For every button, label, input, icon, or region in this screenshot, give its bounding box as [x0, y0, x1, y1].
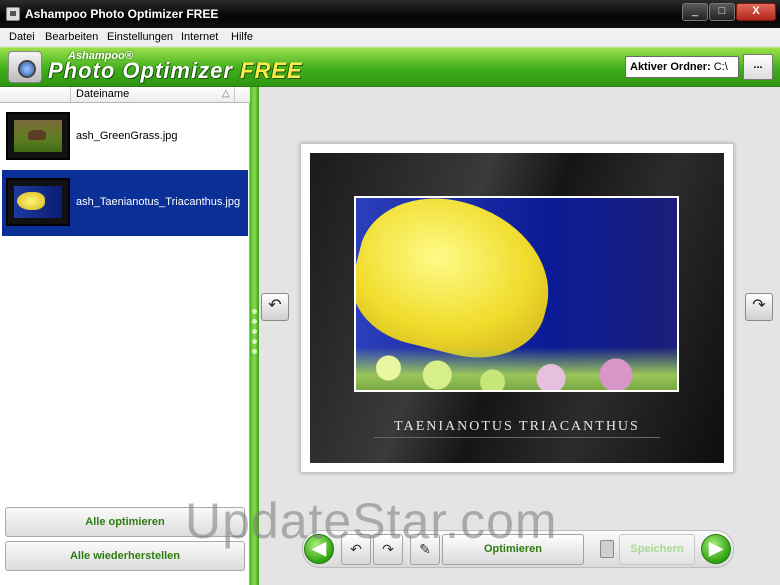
- file-name: ash_GreenGrass.jpg: [76, 130, 178, 142]
- list-header: Dateiname △: [0, 87, 250, 103]
- sort-ascending-icon: △: [222, 88, 230, 99]
- active-folder-value: C:\: [713, 61, 728, 73]
- splitter-grip: [252, 349, 257, 354]
- splitter-grip: [252, 339, 257, 344]
- app-banner: Ashampoo® Photo Optimizer FREE Aktiver O…: [0, 47, 780, 87]
- brand-free: FREE: [240, 58, 303, 83]
- watermark-text: UpdateStar.com: [185, 493, 558, 549]
- menu-einstellungen[interactable]: Einstellungen: [107, 31, 173, 43]
- file-row-greengrass[interactable]: ash_GreenGrass.jpg: [2, 104, 248, 170]
- window-title: Ashampoo Photo Optimizer FREE: [25, 7, 219, 21]
- brand-title: Photo Optimizer FREE: [48, 58, 303, 84]
- close-button[interactable]: X: [736, 3, 776, 21]
- splitter-grip: [252, 319, 257, 324]
- menu-bearbeiten[interactable]: Bearbeiten: [45, 31, 98, 43]
- splitter-grip: [252, 329, 257, 334]
- menu-datei[interactable]: Datei: [9, 31, 35, 43]
- filename-column-header[interactable]: Dateiname: [76, 88, 129, 100]
- menu-bar: Datei Bearbeiten Einstellungen Internet …: [0, 28, 780, 47]
- window-titlebar: Ashampoo Photo Optimizer FREE _ □ X: [0, 0, 780, 28]
- greengrass-thumbnail: [6, 112, 70, 160]
- active-folder-field[interactable]: Aktiver Ordner: C:\: [625, 56, 739, 78]
- brand-main: Photo Optimizer: [48, 58, 233, 83]
- taenianotus-thumbnail: [6, 178, 70, 226]
- file-row-taenianotus[interactable]: ash_Taenianotus_Triacanthus.jpg: [2, 170, 248, 236]
- rotate-right-button[interactable]: ↷: [745, 293, 773, 321]
- thumbnail-column-header[interactable]: [0, 87, 71, 102]
- menu-internet[interactable]: Internet: [181, 31, 218, 43]
- preview-frame: TAENIANOTUS TRIACANTHUS: [300, 143, 734, 473]
- active-folder-label: Aktiver Ordner:: [630, 61, 711, 73]
- browse-folder-button[interactable]: ...: [743, 54, 773, 80]
- caption-rule: [374, 437, 660, 438]
- save-icon: [600, 540, 614, 558]
- save-button[interactable]: Speichern: [619, 534, 695, 565]
- image-caption: TAENIANOTUS TRIACANTHUS: [394, 419, 640, 434]
- preview-image: TAENIANOTUS TRIACANTHUS: [310, 153, 724, 463]
- minimize-button[interactable]: _: [682, 3, 708, 21]
- menu-hilfe[interactable]: Hilfe: [231, 31, 253, 43]
- rotate-left-button[interactable]: ↶: [261, 293, 289, 321]
- camera-logo-icon: [8, 51, 42, 83]
- file-name: ash_Taenianotus_Triacanthus.jpg: [76, 196, 241, 208]
- splitter-grip: [252, 309, 257, 314]
- app-icon: [6, 7, 20, 21]
- next-image-button[interactable]: ▶: [701, 534, 731, 564]
- maximize-button[interactable]: □: [709, 3, 735, 21]
- column-divider[interactable]: [234, 87, 235, 102]
- fish-photo: [354, 196, 679, 392]
